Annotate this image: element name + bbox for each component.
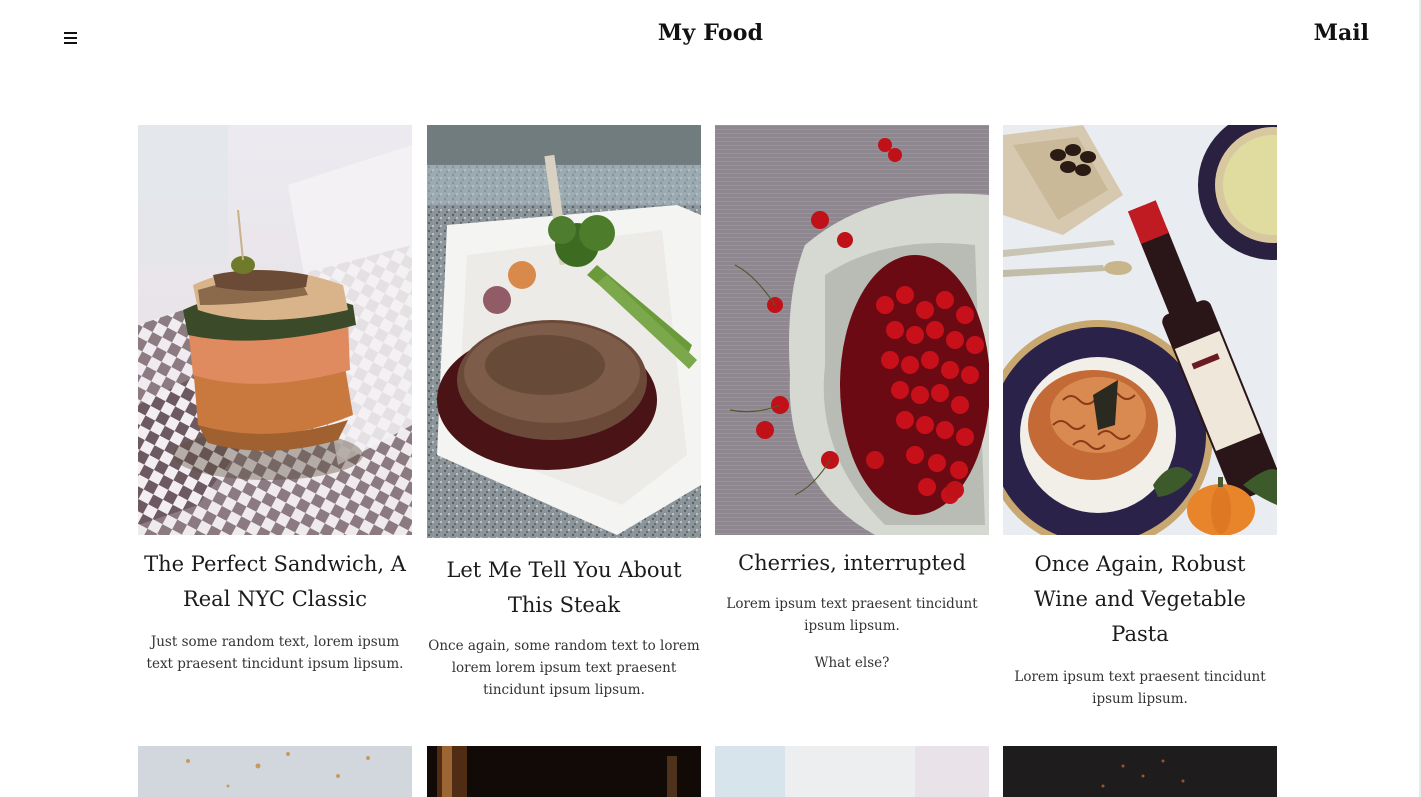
wine-pasta-photo[interactable] (1003, 125, 1277, 535)
post-card-thumbnail[interactable] (715, 746, 989, 797)
post-card: The Perfect Sandwich, A Real NYC Classic… (138, 125, 412, 675)
cherries-photo[interactable] (715, 125, 989, 535)
sandwich-photo[interactable] (138, 125, 412, 535)
post-card: Once Again, Robust Wine and Vegetable Pa… (1003, 125, 1277, 710)
post-excerpt: Just some random text, lorem ipsum text … (146, 634, 404, 672)
post-title[interactable]: Cherries, interrupted (719, 546, 985, 581)
post-excerpt: Lorem ipsum text praesent tincidunt ipsu… (1014, 669, 1266, 707)
post-title[interactable]: The Perfect Sandwich, A Real NYC Classic (142, 547, 408, 617)
post-title[interactable]: Let Me Tell You About This Steak (431, 553, 697, 623)
mail-link[interactable]: Mail (1314, 20, 1369, 46)
post-card-thumbnail[interactable] (427, 746, 701, 797)
post-card-thumbnail[interactable] (138, 746, 412, 797)
top-bar: My Food Mail (0, 0, 1421, 70)
steak-photo[interactable] (427, 125, 701, 538)
post-excerpt: Lorem ipsum text praesent tincidunt ipsu… (726, 596, 978, 634)
post-title[interactable]: Once Again, Robust Wine and Vegetable Pa… (1007, 547, 1273, 652)
post-excerpt-extra: What else? (814, 655, 890, 671)
page: My Food Mail The Perfect Sandwich, A Rea… (0, 0, 1421, 797)
post-excerpt: Once again, some random text to lorem lo… (428, 638, 700, 698)
site-title: My Food (657, 20, 764, 46)
post-card-thumbnail[interactable] (1003, 746, 1277, 797)
post-card: Cherries, interrupted Lorem ipsum text p… (715, 125, 989, 674)
hamburger-menu-icon[interactable] (63, 30, 79, 46)
post-card: Let Me Tell You About This Steak Once ag… (427, 125, 701, 701)
